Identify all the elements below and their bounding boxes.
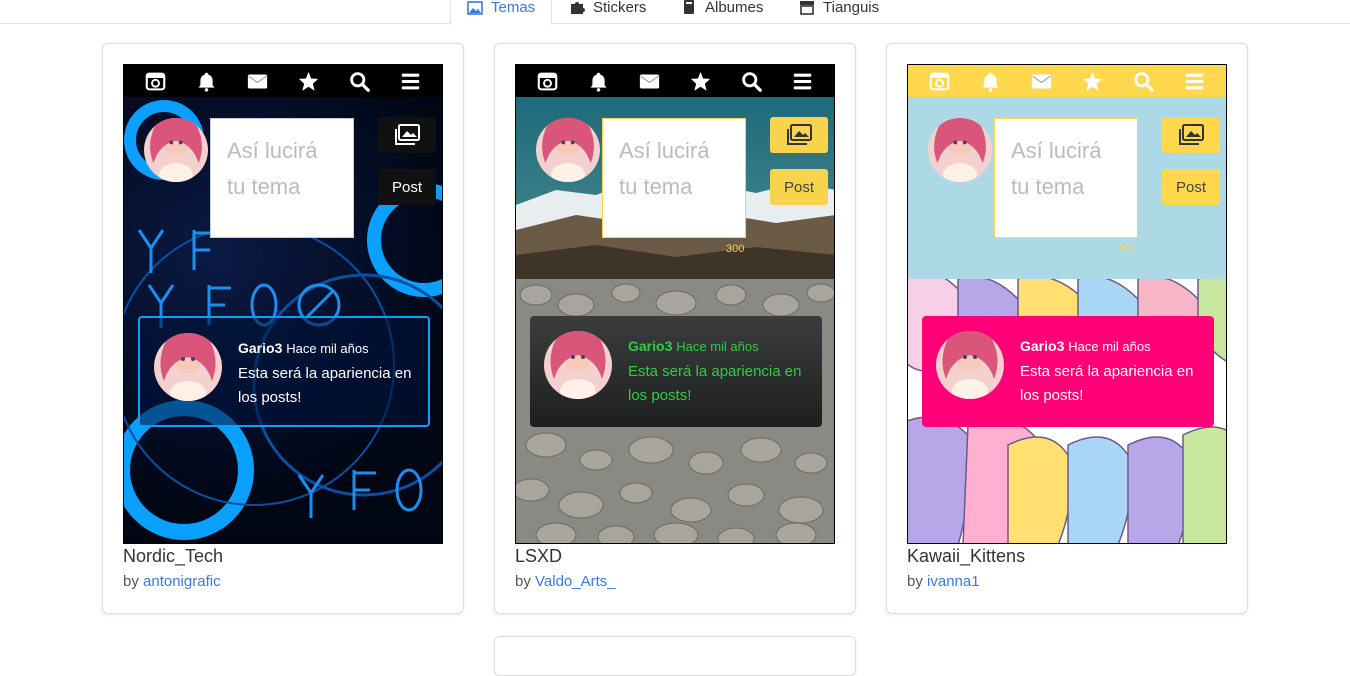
- post-author-line: Gario3 Hace mil años: [628, 338, 759, 354]
- avatar: [154, 333, 222, 401]
- tab-temas[interactable]: Temas: [450, 0, 553, 25]
- star-icon: [690, 70, 712, 92]
- post-time: Hace mil años: [286, 341, 369, 356]
- post-text: Esta será la apariencia en los posts!: [1020, 363, 1194, 404]
- book-icon: [684, 0, 694, 14]
- envelope-icon: [247, 70, 269, 92]
- avatar: [544, 331, 612, 399]
- bars-icon: [1184, 70, 1206, 92]
- theme-name: LSXD: [515, 546, 563, 566]
- tab-albumes[interactable]: Albumes: [665, 0, 779, 24]
- avatar: [928, 118, 992, 182]
- theme-preview[interactable]: Así lucirá tu tema Post 300 Gario3 Hace …: [907, 64, 1227, 544]
- images-icon: [394, 124, 420, 146]
- star-icon: [1082, 70, 1104, 92]
- tab-label: Tianguis: [823, 0, 880, 16]
- post-button[interactable]: Post: [1162, 169, 1220, 205]
- camera-icon: [537, 70, 559, 92]
- post-sample: Gario3 Hace mil años Esta será la aparie…: [922, 316, 1214, 427]
- theme-card-kawaii-kittens[interactable]: Así lucirá tu tema Post 300 Gario3 Hace …: [886, 43, 1248, 614]
- envelope-icon: [1031, 70, 1053, 92]
- post-sample: Gario3 Hace mil años Esta será la aparie…: [138, 316, 430, 427]
- post-textarea[interactable]: Así lucirá tu tema: [210, 118, 354, 238]
- preview-navbar: [124, 65, 442, 97]
- theme-card-partial[interactable]: [494, 636, 856, 676]
- search-icon: [1133, 70, 1155, 92]
- theme-card-lsxd[interactable]: Así lucirá tu tema Post 300 Gario3 Hace …: [494, 43, 856, 614]
- preview-navbar: [516, 65, 834, 97]
- bell-icon: [588, 70, 610, 92]
- post-sample: Gario3 Hace mil años Esta será la aparie…: [530, 316, 822, 427]
- camera-icon: [145, 70, 167, 92]
- search-icon: [741, 70, 763, 92]
- post-author[interactable]: Gario3: [628, 338, 672, 354]
- bars-icon: [400, 70, 422, 92]
- char-counter: 300: [1118, 243, 1137, 255]
- theme-author-line: by ivanna1: [907, 573, 980, 590]
- theme-name: Kawaii_Kittens: [907, 546, 1026, 566]
- image-icon: [467, 0, 483, 15]
- envelope-icon: [639, 70, 661, 92]
- tab-label: Temas: [491, 0, 536, 16]
- preview-header: Así lucirá tu tema Post 300: [516, 97, 834, 279]
- camera-icon: [929, 70, 951, 92]
- by-label: by: [123, 573, 139, 590]
- star-icon: [298, 70, 320, 92]
- theme-author-line: by Valdo_Arts_: [515, 573, 616, 590]
- gallery-button[interactable]: [770, 117, 828, 153]
- avatar: [536, 118, 600, 182]
- gallery-button[interactable]: [378, 117, 436, 153]
- post-author-line: Gario3 Hace mil años: [238, 340, 369, 356]
- images-icon: [1178, 124, 1204, 146]
- by-label: by: [515, 573, 531, 590]
- post-textarea[interactable]: Así lucirá tu tema: [994, 118, 1138, 238]
- post-textarea[interactable]: Así lucirá tu tema: [602, 118, 746, 238]
- char-counter: 300: [726, 243, 745, 255]
- preview-header: Así lucirá tu tema Post: [124, 97, 442, 279]
- images-icon: [786, 124, 812, 146]
- theme-author-line: by antonigrafic: [123, 573, 221, 590]
- tab-label: Albumes: [705, 0, 764, 16]
- post-time: Hace mil años: [676, 339, 759, 354]
- theme-preview[interactable]: Así lucirá tu tema Post Gario3 Hace mil …: [123, 64, 443, 544]
- store-icon: [800, 1, 814, 15]
- puzzle-icon: [571, 2, 585, 14]
- tabs-bar: Temas Stickers Albumes Tianguis: [0, 0, 1350, 25]
- post-button[interactable]: Post: [770, 169, 828, 205]
- tab-label: Stickers: [593, 0, 647, 16]
- bell-icon: [196, 70, 218, 92]
- bars-icon: [792, 70, 814, 92]
- post-button[interactable]: Post: [378, 169, 436, 205]
- preview-navbar: [908, 65, 1226, 97]
- theme-author-link[interactable]: antonigrafic: [143, 573, 221, 590]
- search-icon: [349, 70, 371, 92]
- avatar: [144, 118, 208, 182]
- theme-name: Nordic_Tech: [123, 546, 224, 566]
- post-text: Esta será la apariencia en los posts!: [238, 365, 412, 406]
- post-author-line: Gario3 Hace mil años: [1020, 338, 1151, 354]
- theme-author-link[interactable]: Valdo_Arts_: [535, 573, 616, 590]
- post-author[interactable]: Gario3: [238, 340, 282, 356]
- post-author[interactable]: Gario3: [1020, 338, 1064, 354]
- tab-stickers[interactable]: Stickers: [553, 0, 662, 24]
- tab-tianguis[interactable]: Tianguis: [783, 0, 895, 24]
- theme-card-nordic-tech[interactable]: Así lucirá tu tema Post Gario3 Hace mil …: [102, 43, 464, 614]
- avatar: [936, 331, 1004, 399]
- bell-icon: [980, 70, 1002, 92]
- post-text: Esta será la apariencia en los posts!: [628, 363, 802, 404]
- gallery-button[interactable]: [1162, 117, 1220, 153]
- theme-author-link[interactable]: ivanna1: [927, 573, 980, 590]
- post-time: Hace mil años: [1068, 339, 1151, 354]
- by-label: by: [907, 573, 923, 590]
- theme-preview[interactable]: Así lucirá tu tema Post 300 Gario3 Hace …: [515, 64, 835, 544]
- preview-header: Así lucirá tu tema Post 300: [908, 97, 1226, 279]
